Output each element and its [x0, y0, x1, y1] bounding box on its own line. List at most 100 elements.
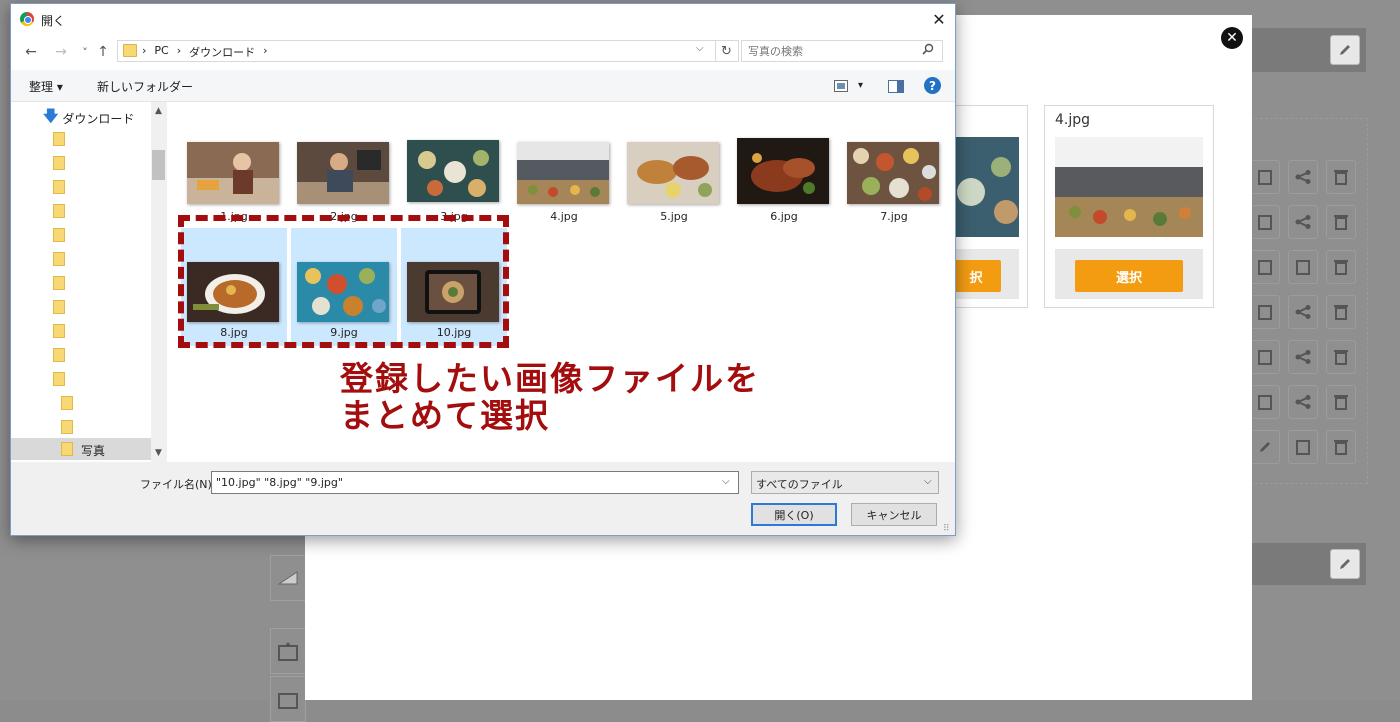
preview-pane-icon[interactable]	[888, 80, 904, 93]
chevron-down-icon: ⌵	[924, 476, 932, 487]
share-icon[interactable]	[1288, 340, 1318, 374]
forward-arrow-icon[interactable]: →	[51, 42, 71, 62]
file-item[interactable]: 4.jpg	[511, 134, 617, 252]
recent-locations-chevron-icon[interactable]: ˅	[75, 42, 95, 62]
modal-close-icon[interactable]: ✕	[1221, 27, 1243, 49]
folder-icon[interactable]	[53, 204, 65, 218]
folder-icon[interactable]	[53, 348, 65, 362]
download-arrow-icon: 🡇	[43, 107, 59, 125]
organize-menu[interactable]: 整理 ▾	[29, 78, 63, 95]
folder-icon[interactable]	[53, 300, 65, 314]
notepad-icon[interactable]	[1250, 340, 1280, 374]
background-action-row	[1250, 385, 1356, 423]
scroll-up-icon[interactable]: ▲	[151, 106, 166, 116]
open-button[interactable]: 開く(O)	[751, 503, 837, 526]
background-tool-icon	[270, 555, 306, 601]
trash-icon[interactable]	[1326, 160, 1356, 194]
cancel-button[interactable]: キャンセル	[851, 503, 937, 526]
search-input[interactable]	[748, 43, 918, 59]
trash-icon[interactable]	[1326, 205, 1356, 239]
image-thumbnail	[627, 142, 719, 204]
scroll-down-icon[interactable]: ▼	[151, 448, 166, 458]
trash-icon[interactable]	[1326, 340, 1356, 374]
folder-icon[interactable]	[53, 324, 65, 338]
share-icon[interactable]	[1288, 385, 1318, 419]
image-thumbnail	[187, 142, 279, 204]
file-name: 4.jpg	[550, 210, 578, 223]
annotation-text: 登録したい画像ファイルを まとめて選択	[340, 360, 760, 434]
file-name-field[interactable]	[216, 475, 706, 490]
image-card: 4.jpg 選択	[1044, 105, 1214, 308]
pencil-icon	[1340, 559, 1350, 569]
sidebar-item-downloads[interactable]: 🡇 ダウンロード	[43, 106, 134, 131]
search-icon[interactable]	[922, 43, 934, 55]
file-item[interactable]: 6.jpg	[731, 134, 837, 252]
select-button[interactable]: 選択	[1075, 260, 1183, 292]
notepad-icon[interactable]	[1250, 205, 1280, 239]
image-thumbnail	[517, 142, 609, 204]
breadcrumb: › PC › ダウンロード ›	[142, 44, 268, 60]
share-icon[interactable]	[1288, 205, 1318, 239]
image-upload-icon[interactable]	[270, 676, 306, 722]
notepad-icon[interactable]	[1250, 160, 1280, 194]
file-name: 6.jpg	[770, 210, 798, 223]
dialog-footer: ファイル名(N): ⌵ すべてのファイル ⌵ 開く(O) キャンセル	[11, 462, 955, 535]
dialog-title: 開く	[41, 14, 66, 28]
card-thumbnail	[1055, 137, 1203, 237]
notepad-icon[interactable]	[1250, 295, 1280, 329]
annotation-line: 登録したい画像ファイルを	[340, 359, 760, 398]
breadcrumb-pc[interactable]: PC	[154, 44, 168, 60]
image-upload-icon[interactable]	[270, 628, 306, 674]
file-item[interactable]: 5.jpg	[621, 134, 727, 252]
folder-icon[interactable]	[53, 372, 65, 386]
folder-icon[interactable]	[53, 252, 65, 266]
background-action-row	[1250, 205, 1356, 243]
dialog-close-icon[interactable]: ✕	[927, 8, 951, 30]
edit-button[interactable]	[1330, 35, 1360, 65]
background-action-row	[1250, 160, 1356, 198]
back-arrow-icon[interactable]: ←	[21, 42, 41, 62]
file-name: 7.jpg	[880, 210, 908, 223]
notepad-icon[interactable]	[1288, 250, 1318, 284]
notepad-icon[interactable]	[1250, 385, 1280, 419]
edit-button[interactable]	[1330, 549, 1360, 579]
share-icon[interactable]	[1288, 160, 1318, 194]
address-bar[interactable]: › PC › ダウンロード › ⌵ ↻	[117, 40, 739, 62]
chevron-down-icon[interactable]: ⌵	[722, 476, 730, 487]
notepad-icon[interactable]	[1288, 430, 1318, 464]
view-icon[interactable]	[834, 80, 848, 92]
folder-icon[interactable]	[53, 228, 65, 242]
view-dropdown-chevron-icon[interactable]: ▾	[858, 80, 863, 91]
background-action-row	[1250, 250, 1356, 288]
breadcrumb-downloads[interactable]: ダウンロード	[189, 44, 255, 60]
chrome-icon	[20, 12, 34, 26]
chevron-down-icon[interactable]: ⌵	[696, 43, 704, 54]
help-icon[interactable]: ?	[924, 77, 941, 94]
folder-icon[interactable]	[53, 276, 65, 290]
trash-icon[interactable]	[1326, 430, 1356, 464]
scrollbar-thumb[interactable]	[152, 150, 165, 180]
trash-icon[interactable]	[1326, 385, 1356, 419]
share-icon[interactable]	[1288, 295, 1318, 329]
breadcrumb-separator[interactable]: ›	[263, 44, 267, 60]
file-item[interactable]: 7.jpg	[841, 134, 947, 252]
up-arrow-icon[interactable]: ↑	[93, 42, 113, 62]
file-type-select[interactable]: すべてのファイル ⌵	[751, 471, 939, 494]
new-folder-button[interactable]: 新しいフォルダー	[97, 78, 193, 95]
folder-icon[interactable]	[53, 156, 65, 170]
pencil-icon[interactable]	[1250, 430, 1280, 464]
refresh-icon[interactable]: ↻	[715, 41, 737, 61]
folder-icon[interactable]	[61, 420, 73, 434]
sidebar-item-label: 写真	[81, 444, 106, 458]
folder-icon[interactable]	[61, 396, 73, 410]
select-button[interactable]: 択	[951, 260, 1001, 292]
notepad-icon[interactable]	[1250, 250, 1280, 284]
pencil-icon	[1340, 45, 1350, 55]
folder-icon	[61, 442, 73, 456]
trash-icon[interactable]	[1326, 295, 1356, 329]
folder-icon[interactable]	[53, 180, 65, 194]
resize-grip-icon[interactable]: ⠿	[943, 524, 950, 534]
background-action-row	[1250, 430, 1356, 468]
folder-icon[interactable]	[53, 132, 65, 146]
trash-icon[interactable]	[1326, 250, 1356, 284]
